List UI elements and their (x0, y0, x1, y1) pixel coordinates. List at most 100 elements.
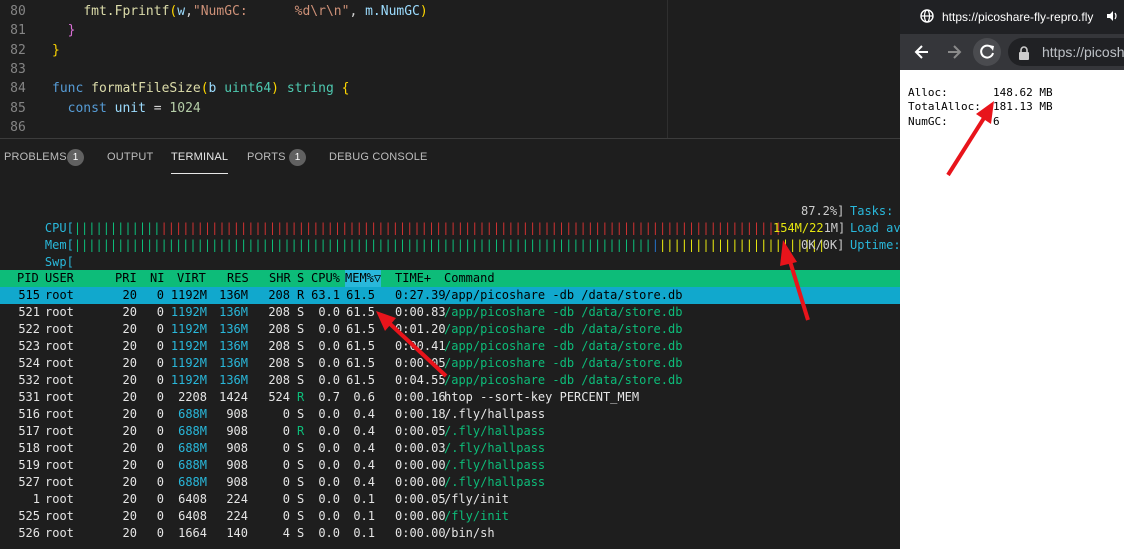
process-row[interactable]: 515 root 20 0 1192M 136M 208 R 63.1 61.5 0:27.39/a… (0, 287, 900, 304)
col-virt[interactable]: VIRT (177, 270, 206, 287)
back-icon[interactable] (914, 44, 930, 60)
code-line[interactable]: fmt.Fprintf(w,"NumGC: %d\r\n", m.NumGC) (52, 4, 427, 19)
process-mem: 61.5 (346, 339, 375, 353)
process-user: root (45, 475, 74, 489)
process-cpu: 0.0 (318, 458, 340, 472)
process-mem: 0.4 (353, 441, 375, 455)
code-token: fmt.Fprintf (83, 4, 170, 19)
process-row[interactable]: 521 root 20 0 1192M 136M 208 S 0.0 61.5 0:00.83/ap… (0, 304, 900, 321)
process-row[interactable]: 532 root 20 0 1192M 136M 208 S 0.0 61.5 0:04.55/ap… (0, 372, 900, 389)
col-mem-sorted[interactable]: MEM%▽ (345, 270, 382, 287)
col-state[interactable]: S (297, 270, 304, 287)
process-res: 224 (226, 509, 248, 523)
process-pid: 532 (18, 373, 40, 387)
tab-problems[interactable]: PROBLEMS (4, 151, 67, 163)
process-s: S (297, 305, 305, 319)
process-mem: 61.5 (346, 373, 375, 387)
problems-count-badge: 1 (67, 149, 84, 166)
code-token: string (279, 81, 342, 97)
process-pri: 20 (122, 288, 137, 302)
cpu-meter: CPU[||||||||||||||||||||||||||||||||||||… (16, 203, 782, 235)
cpu-value: 87.2%] (801, 204, 845, 218)
tab-terminal[interactable]: TERMINAL (171, 151, 229, 174)
process-row[interactable]: 525 root 20 0 6408 224 0 S 0.0 0.1 0:00.00/fly/ini… (0, 508, 900, 525)
mem-meter: Mem[||||||||||||||||||||||||||||||||||||… (16, 220, 825, 252)
col-pid[interactable]: PID (17, 270, 39, 287)
process-row[interactable]: 519 root 20 0 688M 908 0 S 0.0 0.4 0:00.00/.fly/ha… (0, 457, 900, 474)
process-row[interactable]: 516 root 20 0 688M 908 0 S 0.0 0.4 0:00.18/.fly/ha… (0, 406, 900, 423)
alloc-value: 148.62 MB (993, 86, 1053, 99)
process-time: 0:00.05 (395, 492, 446, 506)
terminal-htop[interactable]: CPU[||||||||||||||||||||||||||||||||||||… (0, 178, 901, 549)
swp-value: 0K/0K] (801, 238, 845, 252)
process-pid: 515 (18, 288, 40, 302)
code-line[interactable]: const unit = 1024 (52, 101, 201, 116)
code-line[interactable]: } (52, 23, 76, 38)
process-time: 0:00.00 (395, 458, 446, 472)
process-res: 224 (226, 492, 248, 506)
speaker-icon[interactable] (1105, 9, 1119, 23)
process-shr: 0 (282, 441, 290, 455)
process-pri: 20 (122, 322, 137, 336)
load-label: Load av (850, 220, 901, 237)
tab-output[interactable]: OUTPUT (107, 151, 153, 163)
process-shr: 0 (282, 492, 290, 506)
process-row[interactable]: 517 root 20 0 688M 908 0 R 0.0 0.4 0:00.05/.fly/ha… (0, 423, 900, 440)
swp-label: Swp[ (44, 255, 74, 269)
process-time: 0:00.00 (395, 475, 446, 489)
process-pri: 20 (122, 509, 137, 523)
code-token: "NumGC: %d\r\n" (192, 4, 350, 19)
process-mem: 61.5 (346, 356, 375, 370)
col-res[interactable]: RES (227, 270, 249, 287)
process-row[interactable]: 531 root 20 0 2208 1424 524 R 0.7 0.6 0:00.16 htop … (0, 389, 900, 406)
process-row[interactable]: 524 root 20 0 1192M 136M 208 S 0.0 61.5 0:00.05/ap… (0, 355, 900, 372)
process-s: S (297, 373, 305, 387)
process-s: S (297, 407, 305, 421)
process-pid: 521 (18, 305, 40, 319)
process-cmd: /app/picoshare -db /data/store.db (444, 373, 683, 387)
col-cpu[interactable]: CPU% (311, 270, 340, 287)
code-line[interactable]: } (52, 43, 60, 58)
process-cpu: 0.0 (318, 373, 340, 387)
process-row[interactable]: 518 root 20 0 688M 908 0 S 0.0 0.4 0:00.03/.fly/ha… (0, 440, 900, 457)
code-line[interactable]: func formatFileSize(b uint64) string { (52, 81, 349, 96)
process-pid: 523 (18, 339, 40, 353)
process-row[interactable]: 523 root 20 0 1192M 136M 208 S 0.0 61.5 0:00.41/ap… (0, 338, 900, 355)
process-ni: 0 (156, 373, 164, 387)
process-row[interactable]: 527 root 20 0 688M 908 0 S 0.0 0.4 0:00.00/.fly/ha… (0, 474, 900, 491)
process-cpu: 0.7 (318, 390, 340, 404)
address-bar[interactable]: https://picosh (1008, 38, 1124, 66)
editor-split-divider[interactable] (667, 0, 668, 138)
code-editor[interactable]: 80 fmt.Fprintf(w,"NumGC: %d\r\n", m.NumG… (0, 0, 900, 138)
process-time: 0:00.41 (395, 339, 446, 353)
col-command[interactable]: Command (444, 270, 495, 287)
process-row[interactable]: 1 root 20 0 6408 224 0 S 0.0 0.1 0:00.05/fly/init (0, 491, 900, 508)
process-mem: 61.5 (346, 322, 375, 336)
col-pri[interactable]: PRI (115, 270, 137, 287)
process-cmd: /.fly/hallpass (444, 475, 546, 489)
process-row[interactable]: 522 root 20 0 1192M 136M 208 S 0.0 61.5 0:01.20/ap… (0, 321, 900, 338)
process-pid: 1 (32, 492, 40, 506)
reload-icon[interactable] (973, 38, 1001, 66)
process-row[interactable]: 526 root 20 0 1664 140 4 S 0.0 0.1 0:00.00/bin/sh (0, 525, 900, 542)
lock-icon[interactable] (1018, 45, 1030, 60)
col-ni[interactable]: NI (150, 270, 164, 287)
process-pid: 518 (18, 441, 40, 455)
col-user[interactable]: USER (45, 270, 74, 287)
col-time[interactable]: TIME+ (395, 270, 431, 287)
code-token: func (52, 81, 92, 97)
tab-ports[interactable]: PORTS (247, 151, 286, 163)
process-s: S (297, 475, 305, 489)
process-s: R (297, 390, 305, 404)
process-virt: 1192M (170, 288, 207, 302)
process-shr: 208 (268, 288, 290, 302)
process-virt: 1192M (170, 305, 207, 319)
forward-icon[interactable] (946, 44, 962, 60)
process-cmd: /app/picoshare -db /data/store.db (444, 305, 683, 319)
code-token: uint64 (224, 81, 272, 97)
process-cpu: 0.0 (318, 475, 340, 489)
tab-debug-console[interactable]: DEBUG CONSOLE (329, 151, 428, 163)
numgc-label: NumGC: (908, 115, 948, 128)
process-mem: 0.4 (353, 424, 375, 438)
col-shr[interactable]: SHR (269, 270, 291, 287)
